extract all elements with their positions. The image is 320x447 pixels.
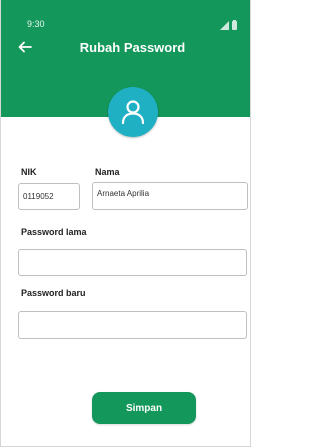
nik-field[interactable] (18, 183, 80, 210)
avatar (108, 87, 158, 137)
signal-battery-icon (220, 20, 237, 30)
status-time: 9:30 (27, 19, 45, 29)
new-password-label: Password baru (21, 288, 86, 298)
nama-field[interactable] (92, 182, 248, 210)
new-password-field[interactable] (18, 311, 247, 339)
phone-screen: 9:30 Rubah Password NIK Nama Password la… (0, 0, 251, 447)
old-password-field[interactable] (18, 249, 247, 276)
old-password-label: Password lama (21, 227, 87, 237)
page-title: Rubah Password (79, 40, 186, 55)
nik-label: NIK (21, 167, 37, 177)
user-icon (121, 100, 145, 125)
save-button[interactable]: Simpan (92, 392, 196, 424)
nama-label: Nama (95, 167, 120, 177)
